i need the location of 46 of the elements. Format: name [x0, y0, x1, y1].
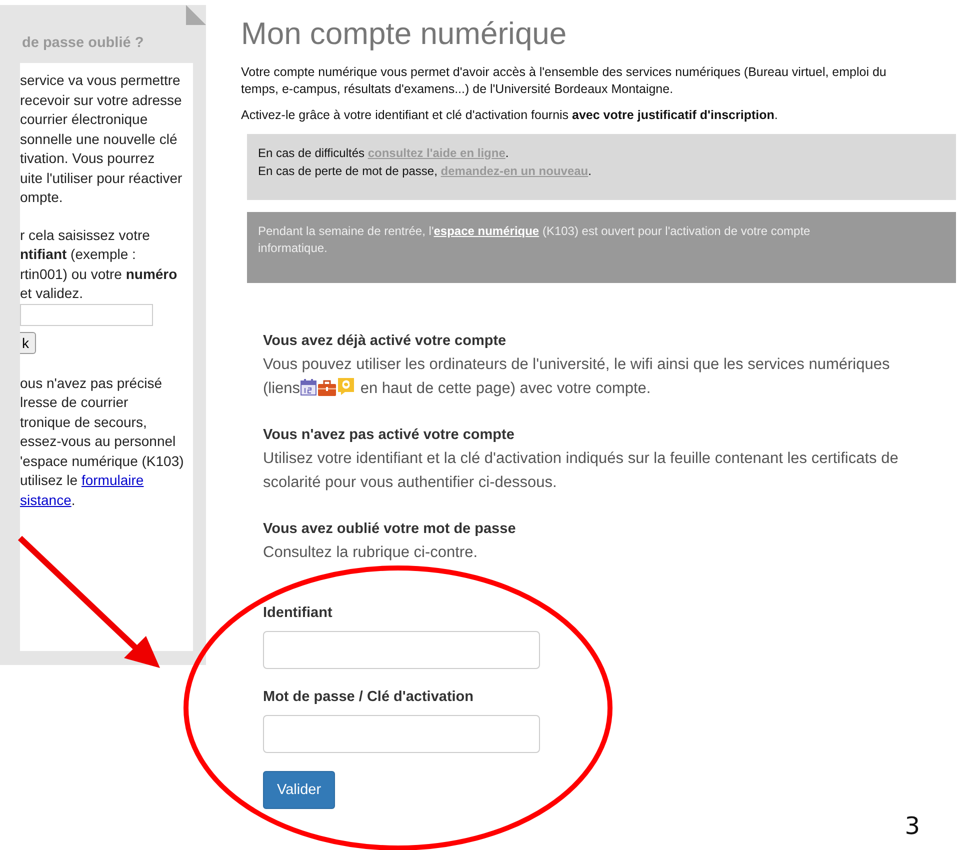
section-text: Vous pouvez utiliser les ordinateurs de l'université, le wifi ainsi que les services numériques (liens en haut de cette page) avec votre compte.	[263, 355, 891, 399]
sidebar-text: 'espace numérique (K103)	[20, 452, 185, 471]
sidebar-text: rtin001) ou votre numéro	[20, 264, 178, 284]
sidebar-text: lresse de courrier	[20, 393, 130, 412]
help-text: En cas de difficultés consultez l'aide en ligne.	[258, 145, 510, 162]
ok-button[interactable]: k	[20, 332, 36, 354]
section-text: Utilisez votre identifiant et la clé d'activation indiqués sur la feuille contenant les certificats de scolarité pour vous authentifier ci-dessous.	[263, 449, 900, 493]
space-link[interactable]: espace numérique	[434, 224, 540, 238]
sidebar-text: sonnelle une nouvelle clé	[20, 130, 178, 148]
section-heading: Vous avez oublié votre mot de passe	[263, 520, 517, 539]
sidebar-text: ntifiant (exemple :	[20, 245, 137, 264]
section-heading: Vous avez déjà activé votre compte	[263, 332, 508, 351]
sidebar-title: de passe oublié ?	[22, 35, 144, 51]
form-link[interactable]: sistance	[20, 492, 72, 508]
sidebar-text: tronique de secours,	[20, 412, 148, 432]
sidebar-text: sistance.	[20, 490, 76, 510]
sidebar-text: ous n'avez pas précisé	[20, 374, 163, 393]
field-label: Mot de passe / Clé d'activation	[263, 689, 474, 705]
sidebar-text: ompte.	[20, 188, 64, 207]
notice-text: Pendant la semaine de rentrée, l'espace numérique (K103) est ouvert pour l'activation de votre compte informatique.	[258, 223, 812, 257]
input-field[interactable]	[20, 304, 153, 326]
sidebar-text: utilisez le formulaire	[20, 471, 145, 490]
sidebar-text: service va vous permettre	[20, 71, 182, 90]
submit-button[interactable]: Valider	[263, 771, 336, 809]
folded-corner-icon	[186, 5, 206, 27]
field-label: Identifiant	[263, 605, 332, 621]
input-field[interactable]	[263, 631, 540, 669]
sidebar-text: uite l'utiliser pour réactiver	[20, 168, 184, 188]
input-field[interactable]	[263, 715, 540, 753]
calendar-icon	[300, 378, 318, 396]
sidebar-text: courrier électronique	[20, 110, 149, 129]
section-heading: Vous n'avez pas activé votre compte	[263, 426, 516, 445]
sidebar-text: essez-vous au personnel	[20, 432, 177, 451]
intro-text: Activez-le grâce à votre identifiant et clé d'activation fournis avec votre justificatif d'inscription.	[241, 107, 779, 124]
briefcase-icon	[318, 380, 336, 396]
sidebar-text: tivation. Vous pourrez	[20, 149, 156, 168]
section-text: Consultez la rubrique ci-contre.	[263, 543, 479, 563]
page-title: Mon compte numérique	[241, 16, 568, 52]
sidebar-text: recevoir sur votre adresse	[20, 90, 183, 110]
slide-number: 3	[904, 812, 920, 840]
help-text: En cas de perte de mot de passe, demandez-en un nouveau.	[258, 163, 592, 180]
form-link[interactable]: formulaire	[81, 472, 144, 488]
sidebar-text: et validez.	[20, 284, 84, 303]
sidebar-text: r cela saisissez votre	[20, 226, 151, 244]
intro-text: Votre compte numérique vous permet d'avoir accès à l'ensemble des services numériques (Bureau virtuel, emploi du temps, e-campus, résultats d'examens...) de l'Université Bordeaux Montaigne.	[241, 64, 888, 98]
at-sign-icon	[337, 377, 356, 396]
